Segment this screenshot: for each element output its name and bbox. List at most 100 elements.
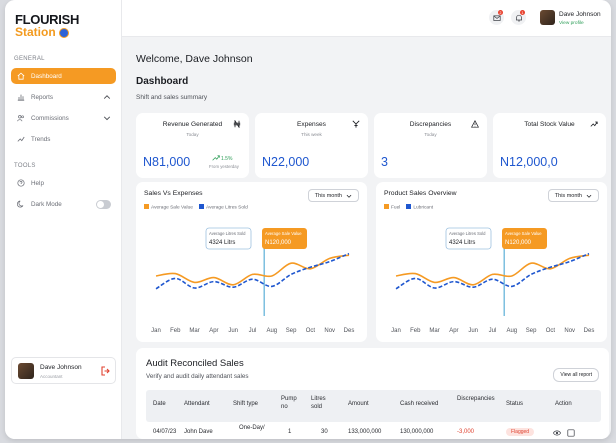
table-cell: 04/07/23: [153, 429, 177, 435]
x-tick-label: Mar: [189, 328, 199, 334]
view-all-report-button[interactable]: View all report: [553, 368, 599, 382]
x-tick-label: Feb: [410, 328, 421, 334]
legend-item: Lubricant: [406, 204, 433, 211]
sidebar-user-card[interactable]: Dave Johnson Accountant: [11, 357, 116, 384]
x-tick-label: Sep: [286, 328, 297, 334]
table-header: Date Attendant Shift type Pump no Litres…: [146, 390, 601, 422]
kpi-card-discrepancies: Discrepancies Today 3: [374, 113, 487, 178]
kpi-change-subtitle: From yesterday: [209, 164, 239, 169]
sidebar-item-dark-mode[interactable]: Dark Mode: [11, 196, 116, 212]
sidebar-item-commissions[interactable]: Commissions: [11, 110, 116, 126]
sidebar-item-reports[interactable]: Reports: [11, 89, 116, 105]
warning-icon: [471, 120, 479, 128]
x-tick-label: Des: [584, 328, 595, 334]
sidebar-item-label: Trends: [31, 135, 51, 143]
column-header: Discrepancies: [457, 396, 495, 402]
sidebar-item-label: Reports: [31, 93, 54, 101]
table-cell: John Dave: [184, 429, 213, 435]
kpi-subtitle: This week: [301, 132, 322, 137]
tooltip-label: Average Sale Value: [505, 231, 542, 236]
sidebar-item-label: Help: [31, 179, 44, 187]
x-tick-label: Jun: [468, 328, 478, 334]
audit-section: Audit Reconciled Sales Verify and audit …: [136, 348, 609, 439]
kpi-value: 3: [381, 155, 388, 169]
moon-icon: [17, 200, 24, 208]
tooltip-label: Average Litres Sold: [449, 231, 486, 236]
view-icon[interactable]: [553, 429, 561, 437]
legend-item: Average Sale Value: [144, 204, 193, 211]
general-section-title: GENERAL: [14, 56, 45, 62]
avatar: [18, 363, 34, 379]
tooltip-value: N120,000: [265, 240, 292, 246]
tooltip-left: Average Litres Sold 4324 Litrs: [445, 227, 492, 250]
legend-item: Average Litres Sold: [198, 204, 248, 211]
x-tick-label: Jun: [228, 328, 238, 334]
brand-line2-text: Station: [15, 25, 56, 39]
x-tick-label: Sep: [526, 328, 537, 334]
x-tick-label: Nov: [324, 328, 335, 334]
sidebar-item-label: Dashboard: [31, 72, 62, 80]
kpi-card-revenue: Revenue Generated Today N81,000 1.5% Fro…: [136, 113, 249, 178]
kpi-value: N12,000,0: [500, 155, 558, 169]
section-title: Audit Reconciled Sales: [146, 358, 244, 369]
brand-line2: Station: [15, 26, 79, 39]
kpi-subtitle: Today: [186, 132, 199, 137]
tooltip-value: N120,000: [505, 240, 532, 246]
period-select-value: This month: [554, 192, 582, 199]
tools-section-title: TOOLS: [14, 163, 36, 169]
x-tick-label: Nov: [564, 328, 575, 334]
legend-swatch: [406, 204, 412, 209]
sidebar-item-label: Dark Mode: [31, 200, 62, 208]
logout-icon[interactable]: [100, 366, 110, 376]
notifications-button[interactable]: 1: [511, 10, 526, 25]
welcome-message: Welcome, Dave Johnson: [136, 53, 253, 65]
x-tick-label: Jan: [151, 328, 161, 334]
sidebar-item-help[interactable]: Help: [11, 175, 116, 191]
legend-label: Lubricant: [413, 205, 434, 211]
column-header: Cash received: [400, 401, 439, 407]
table-cell: One-Day/: [239, 425, 265, 431]
chevron-up-icon[interactable]: [103, 93, 111, 101]
legend-swatch: [198, 204, 204, 209]
naira-icon: [233, 120, 241, 128]
mail-count-badge: 2: [498, 10, 503, 15]
view-profile-link[interactable]: View profile: [559, 21, 584, 26]
home-icon: [17, 72, 25, 80]
legend-swatch: [144, 204, 149, 209]
mail-button[interactable]: 2: [489, 10, 504, 25]
chevron-down-icon[interactable]: [103, 114, 111, 122]
trend-up-icon: [590, 121, 598, 127]
column-header: Date: [153, 401, 166, 407]
period-select[interactable]: This month: [547, 189, 599, 202]
tooltip-right: Average Sale Value N120,000: [502, 228, 547, 249]
sidebar-item-dashboard[interactable]: Dashboard: [11, 68, 116, 84]
trend-icon: [17, 136, 25, 142]
topbar-user-name: Dave Johnson: [559, 11, 601, 18]
table-row[interactable]: 04/07/23 John Dave One-Day/ 1 30 133,000…: [146, 424, 601, 439]
legend-label: Average Sale Value: [151, 205, 193, 211]
x-tick-label: Aug: [506, 328, 517, 334]
kpi-change: 1.5%: [221, 156, 233, 162]
column-header: Action: [555, 401, 572, 407]
table-cell: 30: [321, 429, 328, 435]
tooltip-label: Average Litres Sold: [209, 231, 246, 236]
x-tick-label: Oct: [306, 328, 316, 334]
sidebar: FLOURISH Station GENERAL Dashboard Repor…: [5, 0, 122, 439]
trend-up-icon: [212, 155, 220, 161]
x-tick-label: Aug: [266, 328, 277, 334]
checkbox-icon[interactable]: [567, 429, 575, 437]
kpi-value: N22,000: [262, 155, 310, 169]
avatar[interactable]: [540, 10, 555, 25]
dark-mode-toggle[interactable]: [96, 200, 111, 209]
period-select[interactable]: This month: [307, 189, 359, 202]
x-tick-label: Jan: [391, 328, 401, 334]
column-header: Pump no: [281, 396, 297, 410]
chart-title: Product Sales Overview: [384, 190, 457, 197]
x-tick-label: Apr: [209, 328, 218, 334]
kpi-value: N81,000: [143, 155, 191, 169]
x-tick-label: Jul: [249, 328, 257, 334]
page-title: Dashboard: [136, 76, 189, 87]
brand-logo[interactable]: FLOURISH Station: [15, 13, 79, 39]
sidebar-item-trends[interactable]: Trends: [11, 131, 116, 147]
chevron-down-icon: [586, 194, 592, 198]
